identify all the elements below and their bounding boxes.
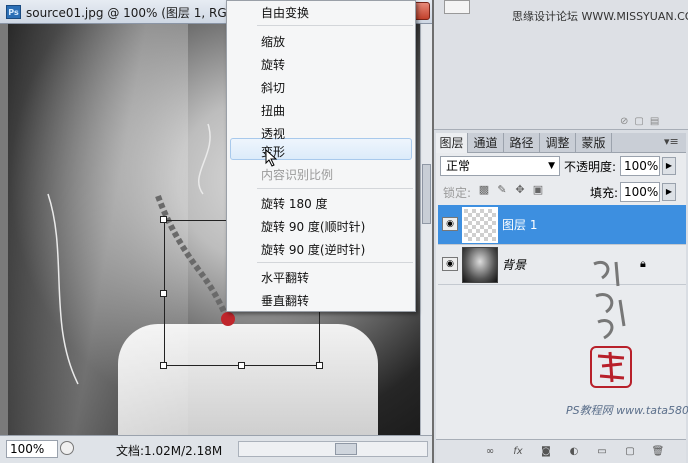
tab-paths[interactable]: 路径	[504, 133, 540, 153]
menu-item-rotate-90-ccw[interactable]: 旋转 90 度(逆时针)	[261, 241, 365, 258]
menu-item-flip-horizontal[interactable]: 水平翻转	[261, 269, 309, 286]
layer-thumbnail	[462, 207, 498, 243]
status-bar: 100% 文档:1.02M/2.18M	[0, 435, 432, 463]
opacity-label: 不透明度:	[564, 160, 617, 174]
fill-slider-button[interactable]: ▶	[662, 183, 676, 201]
lock-icon: 🔒︎	[640, 257, 646, 270]
document-title: source01.jpg @ 100% (图层 1, RGB/8	[26, 6, 247, 20]
lock-position-icon[interactable]: ✥	[514, 184, 526, 196]
menu-hover-highlight	[230, 138, 412, 160]
eye-icon[interactable]: ◉	[442, 257, 458, 271]
transform-handle[interactable]	[160, 362, 167, 369]
tab-masks[interactable]: 蒙版	[576, 133, 612, 153]
blend-mode-value: 正常	[446, 159, 471, 173]
layers-footer: ∞ fx ◙ ◐ ▭ ▢ 🗑︎	[436, 439, 686, 463]
menu-item-distort[interactable]: 扭曲	[261, 102, 285, 119]
menu-item-flip-vertical[interactable]: 垂直翻转	[261, 292, 309, 309]
menu-separator	[257, 188, 413, 189]
color-swatch[interactable]	[444, 0, 470, 14]
lock-label: 锁定:	[443, 186, 472, 200]
mouse-cursor-icon	[265, 149, 278, 167]
adjustment-icon[interactable]: ◐	[566, 445, 582, 459]
fx-icon[interactable]: fx	[510, 445, 526, 459]
trash-icon[interactable]: 🗑︎	[650, 445, 666, 459]
blend-mode-select[interactable]: 正常 ▼	[440, 156, 560, 176]
top-panel: 思缘设计论坛 WWW.MISSYUAN.COM ⊘▢▤	[434, 0, 688, 130]
zoom-field[interactable]: 100%	[6, 440, 58, 458]
menu-item-content-aware-scale: 内容识别比例	[261, 168, 334, 182]
eye-icon[interactable]: ◉	[442, 217, 458, 231]
tab-adjustments[interactable]: 调整	[540, 133, 576, 153]
opacity-field[interactable]: 100%	[620, 156, 660, 176]
layer-name[interactable]: 背景	[502, 256, 526, 273]
tab-channels[interactable]: 通道	[468, 133, 504, 153]
link-icon[interactable]: ∞	[482, 445, 498, 459]
lock-all-icon[interactable]: ▣	[532, 184, 544, 196]
lock-image-icon[interactable]: ✎	[496, 184, 508, 196]
vertical-scroll-thumb[interactable]	[422, 164, 431, 224]
fill-field[interactable]: 100%	[620, 182, 660, 202]
layer-row-layer1[interactable]: ◉ 图层 1	[438, 205, 686, 245]
transform-context-menu: 自由变换 缩放 旋转 斜切 扭曲 透视 变形 内容识别比例 旋转 180 度 旋…	[226, 0, 416, 312]
menu-item-rotate-180[interactable]: 旋转 180 度	[261, 195, 328, 212]
menu-separator	[257, 25, 413, 26]
layer-row-background[interactable]: ◉ 背景 🔒︎	[438, 245, 686, 285]
panel-menu-icon[interactable]: ▾≡	[664, 135, 679, 148]
opacity-slider-button[interactable]: ▶	[662, 157, 676, 175]
panel-footer-icons[interactable]: ⊘▢▤	[620, 116, 680, 128]
photoshop-icon: Ps	[6, 5, 21, 19]
menu-item-scale[interactable]: 缩放	[261, 33, 285, 50]
new-layer-icon[interactable]: ▢	[622, 445, 638, 459]
calligraphy-signature	[593, 261, 626, 340]
info-icon[interactable]	[60, 441, 74, 455]
lock-transparent-icon[interactable]: ▩	[478, 184, 490, 196]
fill-label: 填充:	[590, 186, 619, 200]
menu-item-free-transform[interactable]: 自由变换	[261, 4, 309, 21]
red-seal-stamp	[590, 346, 632, 388]
mask-icon[interactable]: ◙	[538, 445, 554, 459]
menu-item-rotate-90-cw[interactable]: 旋转 90 度(顺时针)	[261, 218, 365, 235]
tab-layers[interactable]: 图层	[436, 133, 468, 153]
chevron-down-icon: ▼	[548, 161, 555, 171]
site-watermark: PS教程网 www.tata580.com	[566, 404, 688, 417]
vertical-scrollbar[interactable]	[420, 24, 432, 435]
layers-tab-bar: 图层 通道 路径 调整 蒙版 ▾≡	[436, 133, 686, 153]
transform-handle[interactable]	[316, 362, 323, 369]
layer-thumbnail	[462, 247, 498, 283]
folder-icon[interactable]: ▭	[594, 445, 610, 459]
horizontal-scroll-thumb[interactable]	[335, 443, 357, 455]
forum-watermark: 思缘设计论坛 WWW.MISSYUAN.COM	[512, 10, 688, 23]
menu-item-rotate[interactable]: 旋转	[261, 56, 285, 73]
menu-item-skew[interactable]: 斜切	[261, 79, 285, 96]
document-size-info[interactable]: 文档:1.02M/2.18M	[116, 442, 222, 459]
menu-separator	[257, 262, 413, 263]
menu-item-perspective[interactable]: 透视	[261, 125, 285, 142]
layer-name[interactable]: 图层 1	[502, 216, 537, 233]
transform-handle[interactable]	[160, 216, 167, 223]
horizontal-scrollbar[interactable]	[238, 441, 428, 457]
transform-handle[interactable]	[238, 362, 245, 369]
transform-handle[interactable]	[160, 290, 167, 297]
